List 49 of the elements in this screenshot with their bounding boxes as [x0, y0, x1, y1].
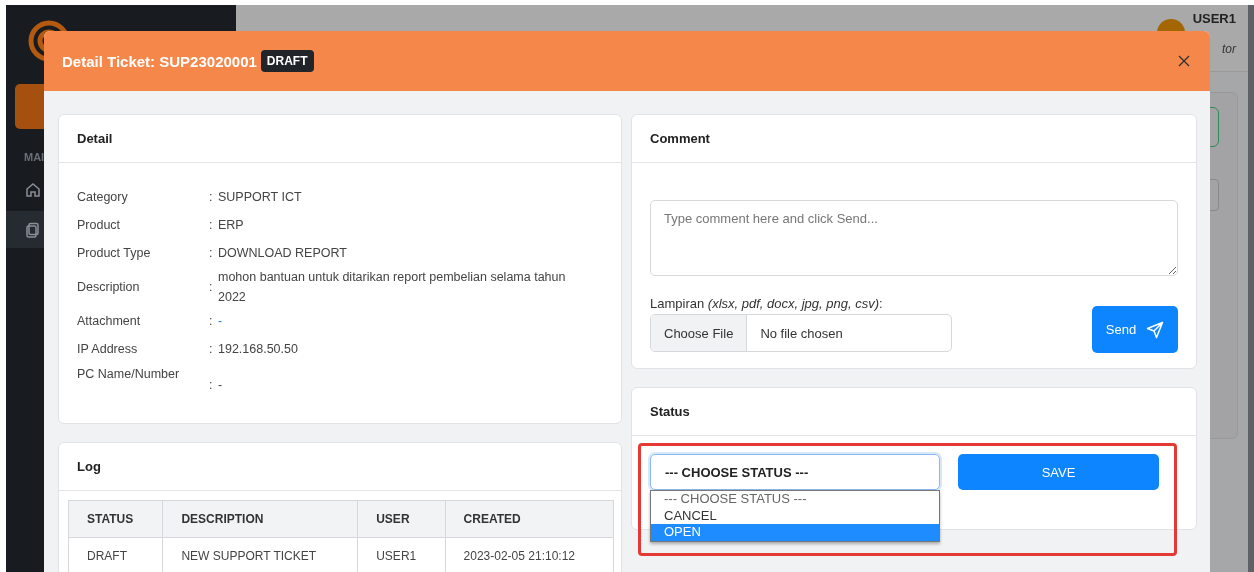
card-title: Detail	[77, 131, 113, 146]
field-value: ERP	[218, 217, 244, 234]
sidebar-section-label: MAI	[24, 151, 45, 163]
column-header: USER	[357, 500, 446, 538]
document-icon	[25, 221, 41, 238]
comment-field[interactable]: Type comment here and click Send...	[650, 200, 1178, 276]
column-header: STATUS	[68, 500, 163, 538]
field-label: Attachment	[77, 314, 142, 328]
field-label: PC Name/Number	[77, 367, 181, 381]
field-label: Description	[77, 280, 141, 294]
field-label: Category	[77, 190, 129, 204]
user-name: USER1	[1192, 11, 1236, 26]
colon: :	[209, 378, 213, 392]
home-icon[interactable]	[25, 181, 41, 198]
save-button[interactable]: SAVE	[958, 454, 1159, 490]
field-value: 192.168.50.50	[218, 341, 298, 358]
user-role: tor	[1222, 42, 1236, 56]
modal-title: Detail Ticket: SUP23020001	[62, 52, 257, 70]
field-label: Product Type	[77, 246, 152, 260]
dropdown-option[interactable]: CANCEL	[651, 507, 939, 524]
card-title: Log	[77, 459, 101, 474]
status-badge: DRAFT	[260, 50, 314, 72]
column-header: CREATED	[445, 500, 614, 538]
dropdown-option[interactable]: --- CHOOSE STATUS ---	[651, 491, 939, 508]
field-label: IP Address	[77, 342, 139, 356]
field-value: mohon bantuan untuk ditarikan report pembelian selama tahun 2022	[218, 269, 567, 306]
column-header: DESCRIPTION	[162, 500, 358, 538]
field-value: -	[218, 377, 223, 394]
field-value: SUPPORT ICT	[218, 189, 302, 206]
table-cell: DRAFT	[68, 537, 163, 572]
scroll-bar[interactable]	[1248, 5, 1254, 572]
dropdown-option[interactable]: OPEN	[651, 524, 939, 541]
file-input[interactable]: Choose File No file chosen	[650, 314, 952, 352]
send-icon	[1146, 320, 1165, 339]
colon: :	[209, 218, 213, 232]
attachment-label: Lampiran (xlsx, pdf, docx, jpg, png, csv):	[650, 296, 884, 311]
status-select[interactable]: --- CHOOSE STATUS ---	[650, 454, 940, 490]
attachment-link[interactable]: -	[218, 311, 223, 331]
card-title: Comment	[650, 131, 710, 146]
send-button[interactable]: Send	[1092, 306, 1178, 353]
colon: :	[209, 190, 213, 204]
field-label: Product	[77, 218, 122, 232]
field-value: DOWNLOAD REPORT	[218, 245, 347, 262]
colon: :	[209, 342, 213, 356]
colon: :	[209, 246, 213, 260]
colon: :	[209, 314, 213, 328]
close-icon[interactable]	[1178, 55, 1190, 67]
colon: :	[209, 280, 213, 294]
card-title: Status	[650, 404, 690, 419]
